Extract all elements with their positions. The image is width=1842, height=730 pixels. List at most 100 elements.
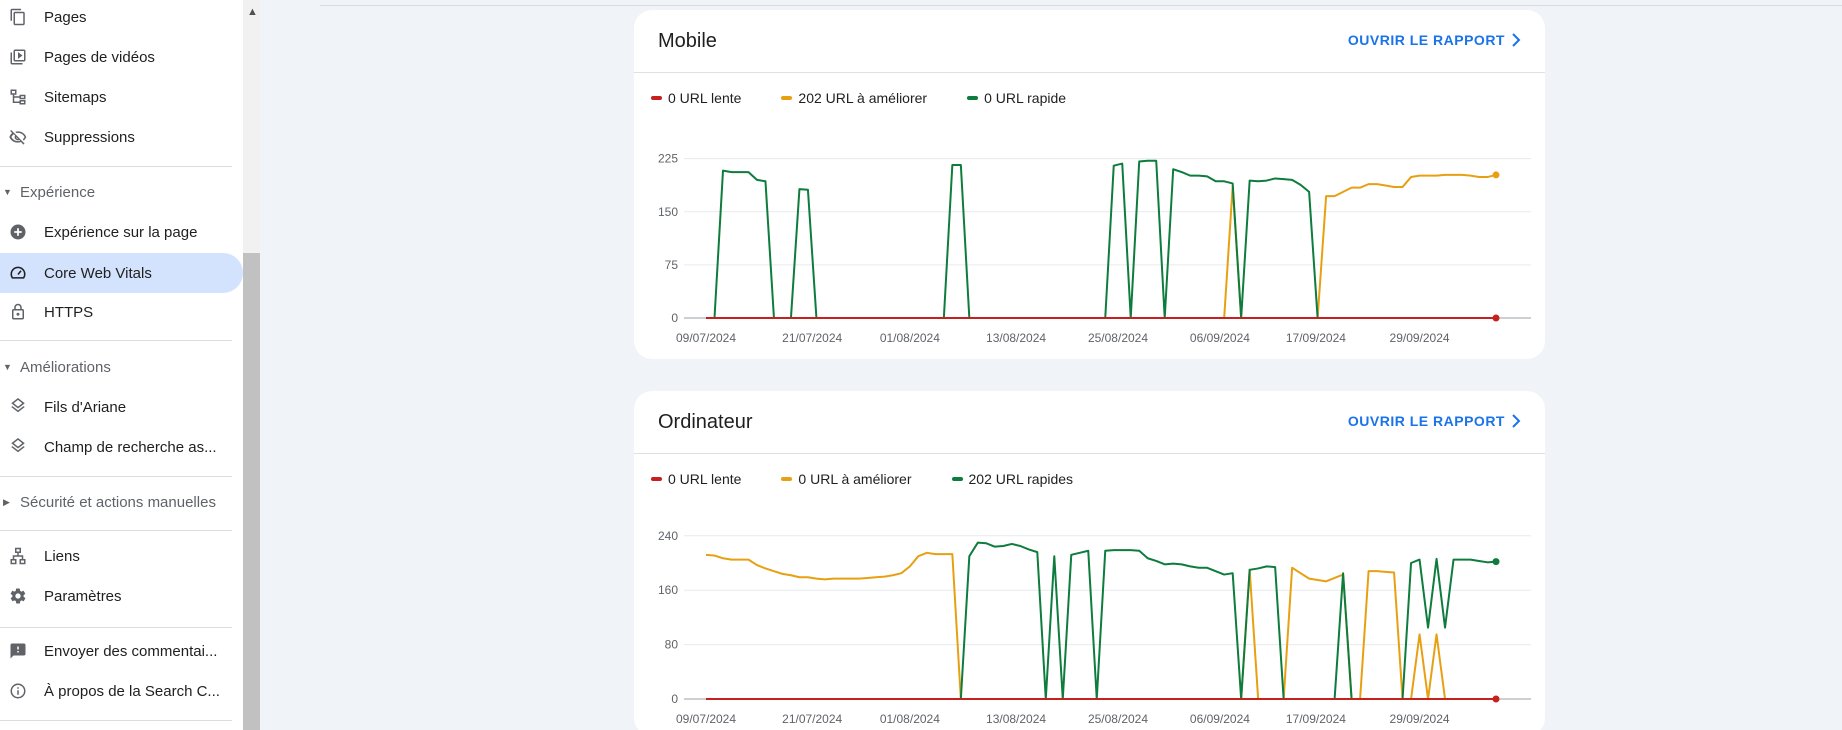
sidebar-item-pages[interactable]: Pages [0,0,243,36]
mobile-card: Mobile OUVRIR LE RAPPORT 0 URL lente 202… [634,10,1545,359]
x-tick-label: 25/08/2024 [1088,331,1148,345]
legend-item-fast[interactable]: 0 URL rapide [967,90,1066,106]
chevron-right-icon [1512,414,1521,428]
y-tick-label: 0 [671,692,678,706]
legend-item-improve[interactable]: 202 URL à améliorer [781,90,927,106]
y-tick-label: 0 [671,311,678,325]
y-tick-label: 150 [658,205,678,219]
sidebar-item-settings[interactable]: Paramètres [0,577,243,615]
x-tick-label: 29/09/2024 [1390,331,1450,345]
chart-legend: 0 URL lente 202 URL à améliorer 0 URL ra… [651,90,1106,106]
x-tick-label: 01/08/2024 [880,331,940,345]
sidebar-item-breadcrumbs[interactable]: Fils d'Ariane [0,388,243,426]
divider [0,720,232,721]
section-label: Améliorations [20,358,111,376]
divider [0,627,232,628]
legend-swatch [651,477,662,481]
x-tick-label: 25/08/2024 [1088,712,1148,726]
divider [0,166,232,167]
legend-label: 202 URL à améliorer [798,90,928,106]
divider [0,530,232,531]
legend-swatch [781,477,793,481]
open-report-label: OUVRIR LE RAPPORT [1347,32,1505,48]
sitemap-icon [8,87,28,107]
sidebar-item-links[interactable]: Liens [0,537,243,575]
legend-label: 0 URL lente [668,471,742,487]
gear-icon [8,586,28,606]
x-tick-label: 06/09/2024 [1190,712,1250,726]
sidebar-item-https[interactable]: HTTPS [0,293,243,331]
info-icon [8,681,28,701]
legend-label: 202 URL rapides [968,471,1074,487]
sidebar-item-video-pages[interactable]: Pages de vidéos [0,38,243,76]
lock-icon [8,302,28,322]
x-tick-label: 21/07/2024 [782,712,842,726]
divider [0,476,232,477]
sidebar-item-feedback[interactable]: Envoyer des commentai... [0,632,243,670]
legend-item-improve[interactable]: 0 URL à améliorer [781,471,912,487]
speed-gauge-icon [8,263,28,283]
sidebar-item-about[interactable]: À propos de la Search C... [0,672,243,710]
pages-icon [8,7,28,27]
legend-item-slow[interactable]: 0 URL lente [651,90,741,106]
chart-legend: 0 URL lente 0 URL à améliorer 202 URL ra… [651,471,1113,487]
sidebar-scrollbar-thumb[interactable] [243,253,260,730]
desktop-line-chart[interactable]: 0 80 160 240 09/07/2024 21/07/2024 01/08/2024 1… [634,509,1545,730]
card-header: Mobile OUVRIR LE RAPPORT [634,10,1545,73]
sidebar-item-label: Core Web Vitals [44,264,152,282]
layers-icon [8,437,28,457]
x-tick-label: 21/07/2024 [782,331,842,345]
section-label: Sécurité et actions manuelles [20,493,216,511]
x-tick-label: 06/09/2024 [1190,331,1250,345]
x-tick-label: 29/09/2024 [1390,712,1450,726]
section-security[interactable]: ▶ Sécurité et actions manuelles [0,487,243,517]
plus-circle-icon [8,222,28,242]
card-header: Ordinateur OUVRIR LE RAPPORT [634,391,1545,454]
section-experience[interactable]: ▼ Expérience [0,177,243,207]
mobile-line-chart[interactable]: 0 75 150 225 09/07/2024 21/07/2024 01/08/2024 1… [634,128,1545,358]
card-title: Mobile [658,30,717,52]
x-tick-label: 09/07/2024 [676,331,736,345]
sidebar-item-label: À propos de la Search C... [44,682,220,700]
open-report-button[interactable]: OUVRIR LE RAPPORT [1348,413,1521,429]
sidebar-item-label: Fils d'Ariane [44,398,127,416]
chevron-right-icon [1512,33,1521,47]
open-report-button[interactable]: OUVRIR LE RAPPORT [1348,32,1521,48]
sidebar-item-label: Paramètres [44,587,122,605]
x-tick-label: 17/09/2024 [1286,331,1346,345]
legend-item-slow[interactable]: 0 URL lente [651,471,741,487]
legend-swatch [781,96,793,100]
series-line [706,541,1497,700]
y-tick-label: 160 [658,583,678,597]
x-tick-label: 09/07/2024 [676,712,736,726]
sidebar-item-suppressions[interactable]: Suppressions [0,118,243,156]
sidebar-item-sitemaps[interactable]: Sitemaps [0,78,243,116]
legend-label: 0 URL rapide [984,90,1067,106]
sidebar-item-label: Envoyer des commentai... [44,642,218,660]
series-end-point [1492,558,1500,566]
open-report-label: OUVRIR LE RAPPORT [1347,413,1505,429]
legend-swatch [651,96,662,100]
series-end-point [1492,695,1500,703]
sidebar-item-label: Liens [44,547,80,565]
eye-off-icon [8,127,28,147]
sidebar-item-label: Expérience sur la page [44,223,198,241]
x-tick-label: 17/09/2024 [1286,712,1346,726]
caret-down-icon: ▼ [3,187,12,197]
sidebar-item-core-web-vitals[interactable]: Core Web Vitals [0,253,243,293]
sidebar-item-page-experience[interactable]: Expérience sur la page [0,213,243,251]
sidebar-item-sitelinks-search[interactable]: Champ de recherche as... [0,428,243,466]
series-end-point [1492,171,1500,179]
y-tick-label: 80 [665,638,679,652]
caret-right-icon: ▶ [3,496,10,507]
series-end-point [1492,314,1500,322]
scroll-up-arrow-icon[interactable]: ▲ [247,6,258,18]
legend-item-fast[interactable]: 202 URL rapides [951,471,1074,487]
x-tick-label: 01/08/2024 [880,712,940,726]
section-ameliorations[interactable]: ▼ Améliorations [0,352,243,382]
sidebar: Pages Pages de vidéos Sitemaps Suppressi… [0,0,243,730]
legend-label: 0 URL lente [668,90,742,106]
sidebar-item-label: Sitemaps [44,88,107,106]
sidebar-item-label: Champ de recherche as... [44,438,217,456]
layers-icon [8,397,28,417]
